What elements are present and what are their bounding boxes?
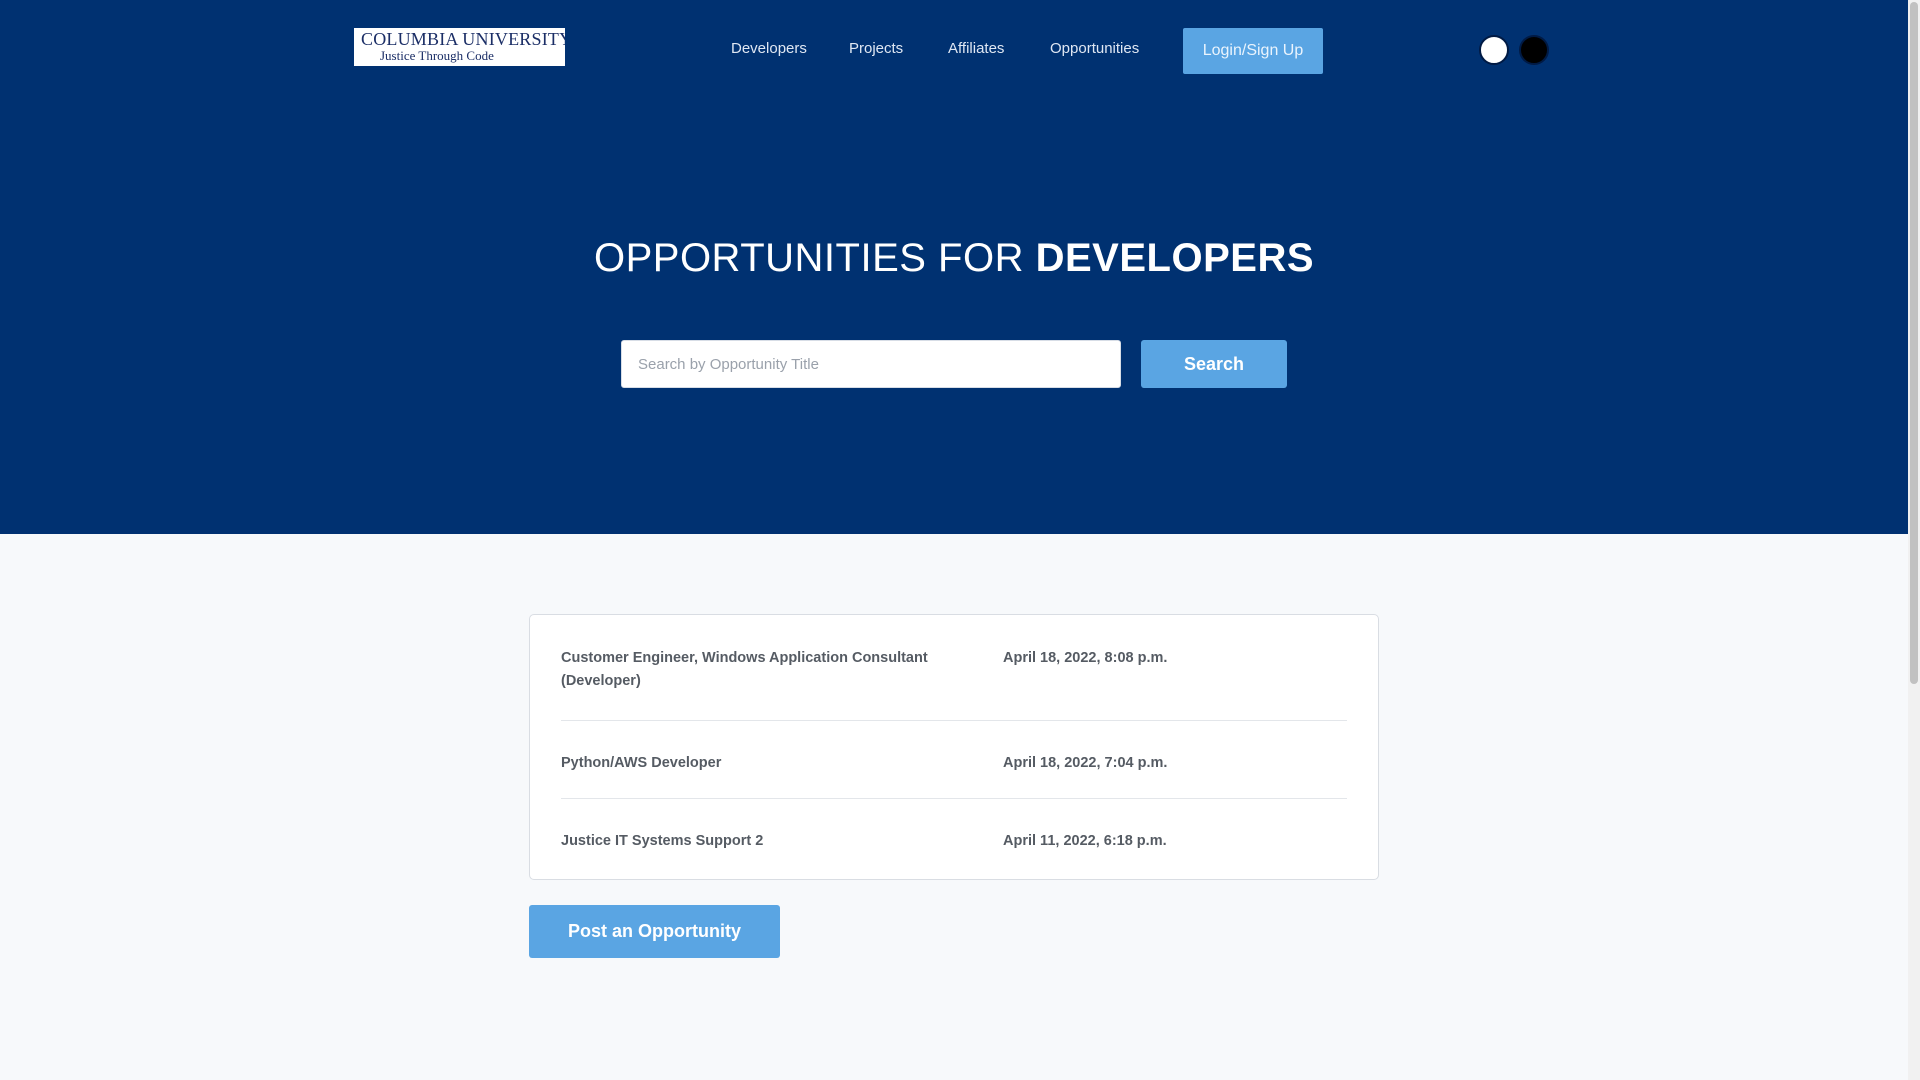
opportunity-date: April 18, 2022, 7:04 p.m. [1003, 755, 1168, 771]
login-signup-button[interactable]: Login/Sign Up [1183, 28, 1323, 74]
logo-name: COLUMBIA UNIVERSITY [361, 28, 565, 49]
list-item[interactable]: Python/AWS Developer April 18, 2022, 7:0… [561, 721, 1347, 799]
logo-top-row: COLUMBIA UNIVERSITY [357, 28, 565, 49]
opportunity-title[interactable]: Python/AWS Developer [561, 752, 1003, 798]
page: COLUMBIA UNIVERSITY Justice Through Code… [0, 0, 1920, 1080]
scrollbar-thumb[interactable] [1910, 2, 1918, 684]
light-theme-toggle[interactable] [1479, 35, 1509, 65]
opportunity-list: Customer Engineer, Windows Application C… [529, 614, 1379, 880]
page-title-prefix: OPPORTUNITIES FOR [593, 236, 1036, 280]
page-title: OPPORTUNITIES FOR DEVELOPERS [0, 236, 1908, 281]
logo-tagline: Justice Through Code [380, 48, 494, 63]
nav-developers[interactable]: Developers [731, 40, 807, 57]
nav-projects[interactable]: Projects [849, 40, 903, 57]
opportunity-title[interactable]: Justice IT Systems Support 2 [561, 830, 1003, 879]
opportunity-title[interactable]: Customer Engineer, Windows Application C… [561, 647, 1003, 720]
opportunity-date: April 11, 2022, 6:18 p.m. [1003, 833, 1167, 849]
logo[interactable]: COLUMBIA UNIVERSITY Justice Through Code [354, 28, 565, 66]
nav-affiliates[interactable]: Affiliates [948, 40, 1004, 57]
search-button[interactable]: Search [1141, 340, 1287, 388]
page-title-emphasis: DEVELOPERS [1035, 236, 1315, 280]
nav-opportunities[interactable]: Opportunities [1050, 40, 1139, 57]
opportunity-date: April 18, 2022, 8:08 p.m. [1003, 650, 1168, 666]
search-input[interactable] [621, 340, 1121, 388]
post-opportunity-button[interactable]: Post an Opportunity [529, 905, 780, 958]
list-item[interactable]: Customer Engineer, Windows Application C… [561, 615, 1347, 721]
dark-theme-toggle[interactable] [1519, 35, 1549, 65]
hero-section: COLUMBIA UNIVERSITY Justice Through Code… [0, 0, 1908, 534]
scrollbar[interactable] [1908, 0, 1920, 1080]
list-item[interactable]: Justice IT Systems Support 2 April 11, 2… [561, 799, 1347, 879]
